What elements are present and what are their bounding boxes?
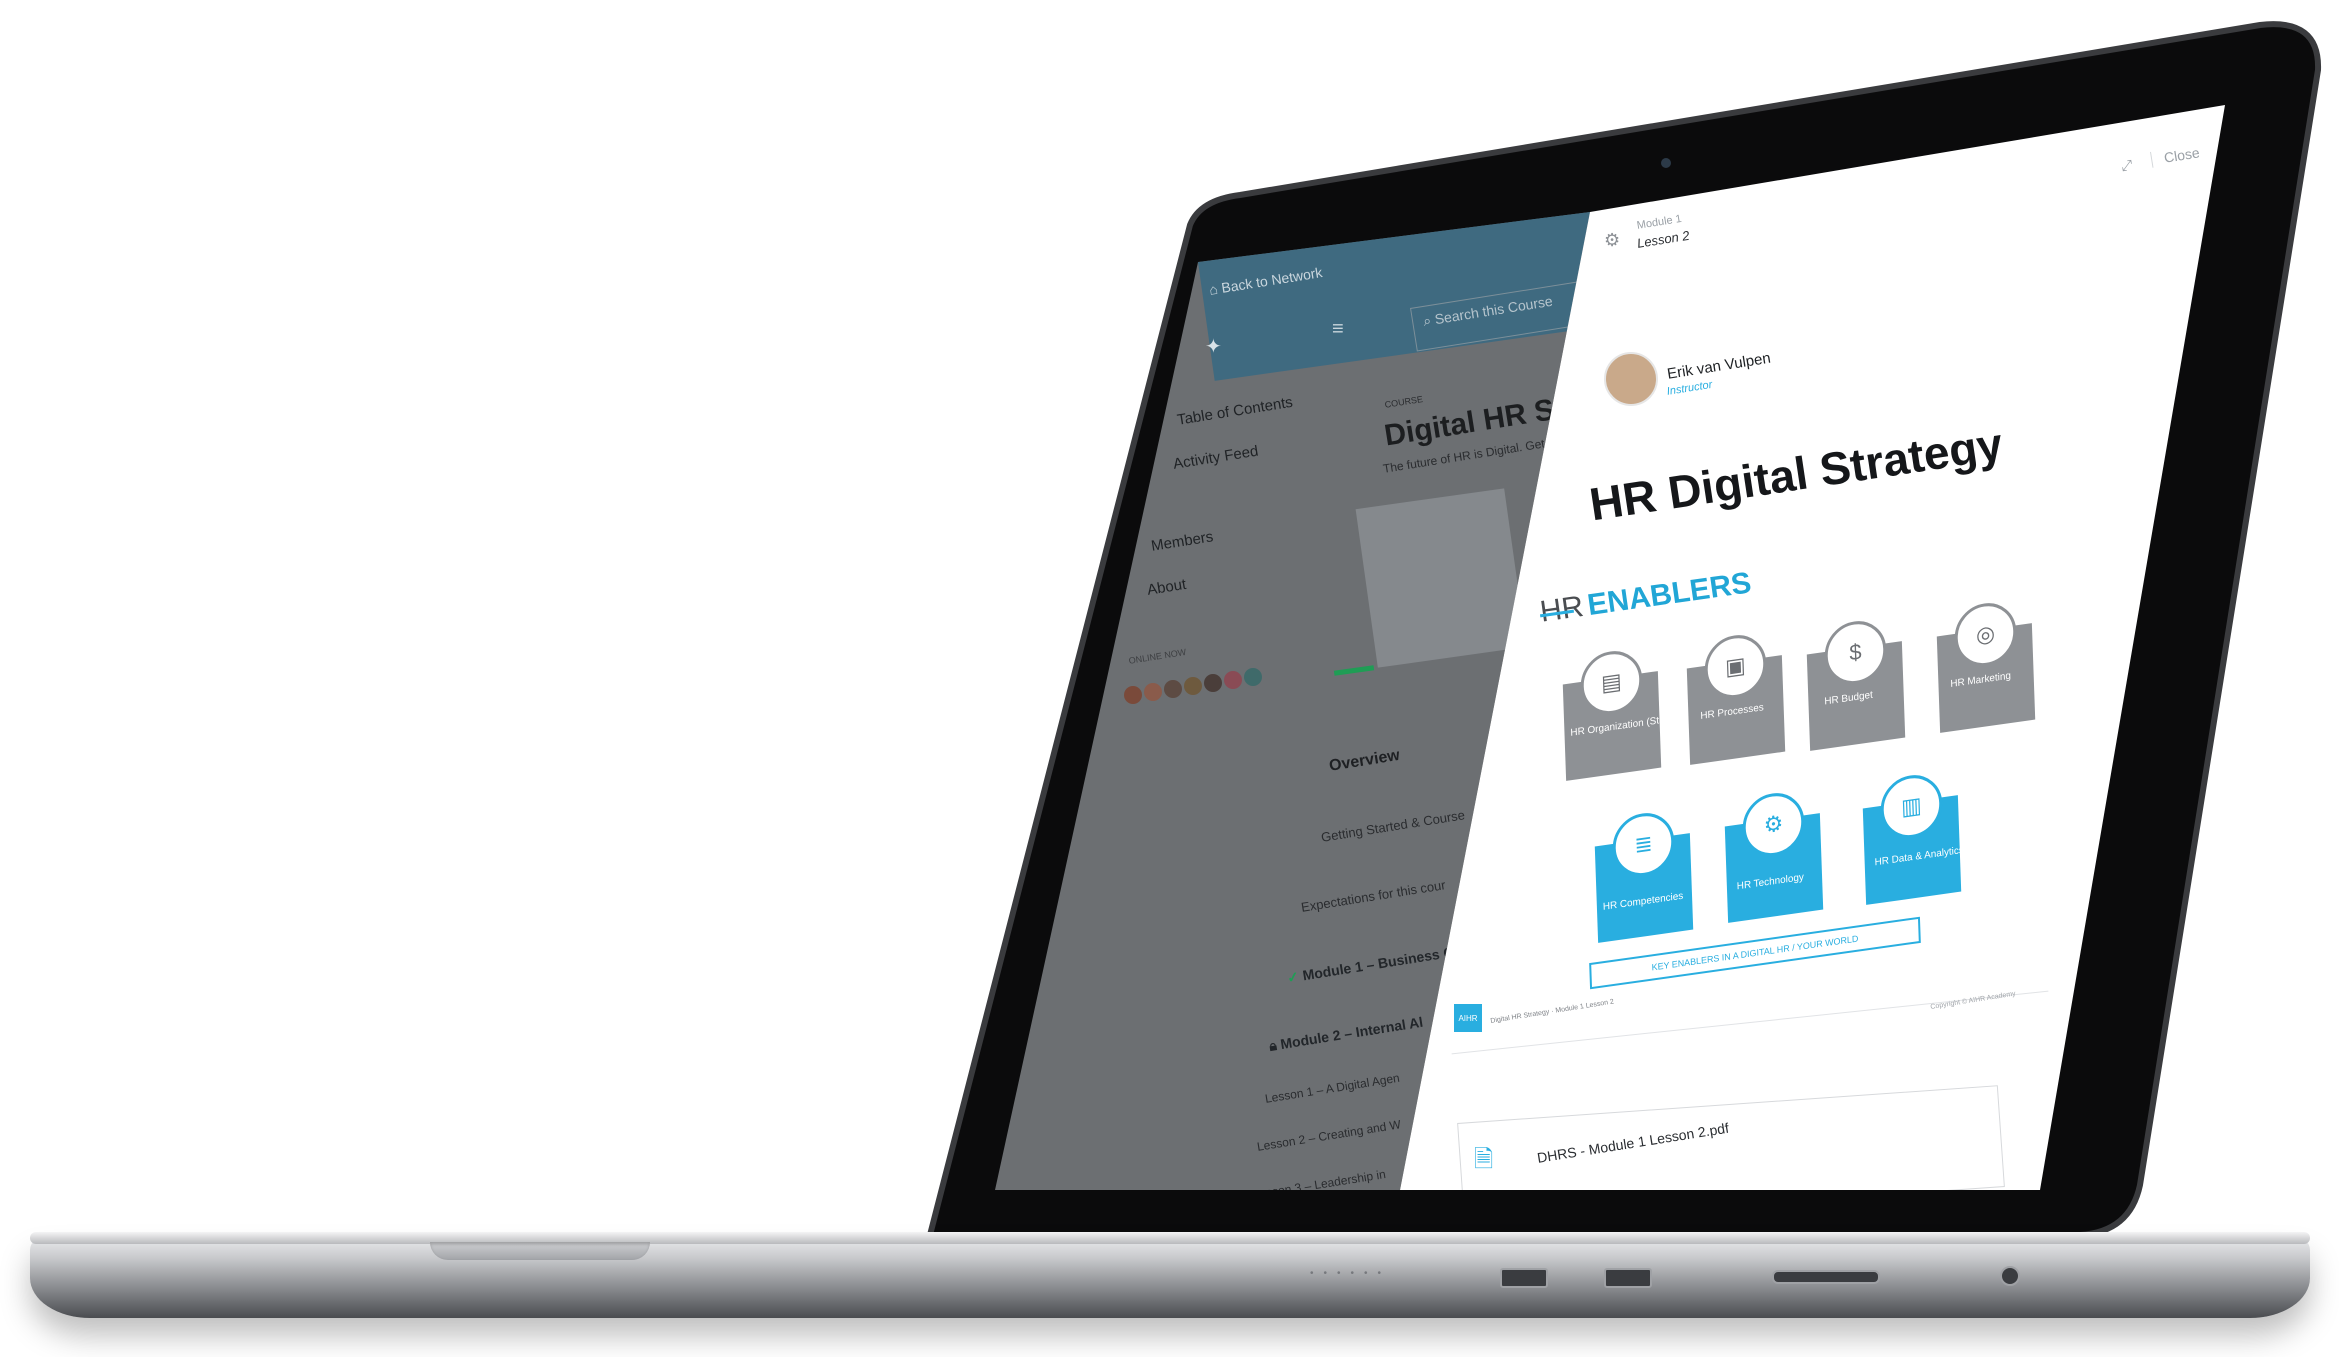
avatar[interactable] [1204,674,1222,692]
file-icon: 🗎︎ [1474,1146,1494,1173]
avatar[interactable] [1144,683,1162,701]
close-button[interactable]: Close [2150,144,2201,168]
avatar[interactable] [1184,677,1202,695]
lesson-item-2[interactable]: Lesson 2 – Creating and W [1256,1117,1402,1154]
sidebar-item-table-of-contents[interactable]: Table of Contents [1176,394,1294,429]
instructor-name: Erik van Vulpen [1666,349,1772,383]
usb-port [1604,1268,1652,1288]
footer-caption: Digital HR Strategy · Module 1 Lesson 2 [1490,998,1615,1025]
analytics-icon: ▥ [1879,771,1944,843]
org-chart-icon: ▤ [1579,647,1644,719]
avatar[interactable] [1244,668,1262,686]
headphone-jack [2000,1266,2020,1286]
sidebar-item-about[interactable]: About [1146,576,1187,599]
indicator-lights: •••••• [1310,1268,1392,1279]
lesson-label: Lesson 2 [1636,227,1691,251]
enabler-box-hr-competencies: ≣ HR Competencies [1594,809,1694,943]
usb-port [1500,1268,1548,1288]
laptop-base [30,1238,2310,1318]
enablers-heading: HR ENABLERS [1538,566,1754,629]
compass-icon: ◎ [1953,599,2018,671]
section-expectations[interactable]: Expectations for this cour [1300,877,1447,915]
expand-icon[interactable]: ⤢ [2120,156,2134,175]
lesson-title: HR Digital Strategy [1586,417,2006,531]
lesson-item-1[interactable]: Lesson 1 – A Digital Agen [1264,1071,1401,1106]
brand-icon: ✦ [1205,336,1222,358]
lesson-icon: ⚙ [1604,230,1621,250]
enabler-box-hr-budget: $ HR Budget [1806,617,1906,751]
avatar[interactable] [1124,686,1142,704]
online-now-label: ONLINE NOW [1128,646,1187,666]
course-kicker: COURSE [1384,393,1424,410]
sidebar-item-members[interactable]: Members [1150,528,1214,555]
section-overview[interactable]: Overview [1328,747,1401,776]
enabler-box-hr-processes: ▣ HR Processes [1686,631,1786,765]
technology-icon: ⚙ [1741,789,1806,861]
dollar-icon: $ [1823,617,1888,689]
course-thumbnail [1355,488,1527,668]
aihr-logo: AIHR [1454,1004,1482,1032]
enabler-box-hr-technology: ⚙ HR Technology [1724,789,1824,923]
progress-bar [1333,665,1375,676]
competency-icon: ≣ [1611,809,1676,881]
avatar[interactable] [1224,671,1242,689]
screen: ⌂ Back to Network ✦ ≡ ⌕ Search this Cour… [0,0,2339,1357]
section-module-2[interactable]: 🔒︎ Module 2 – Internal Al [1268,1014,1424,1055]
enabler-box-hr-marketing: ◎ HR Marketing [1936,599,2036,733]
process-icon: ▣ [1703,631,1768,703]
menu-icon[interactable]: ≡ [1332,318,1344,341]
enabler-box-hr-organization: ▤ HR Organization (Structure) [1562,647,1693,781]
instructor-avatar [1604,352,1658,406]
section-module-1[interactable]: ✓ Module 1 – Business C [1286,944,1455,987]
hdmi-port [1772,1270,1880,1284]
sidebar-item-activity-feed[interactable]: Activity Feed [1172,443,1259,473]
laptop-base-edge [30,1232,2310,1244]
section-getting-started[interactable]: Getting Started & Course [1320,807,1466,845]
avatar[interactable] [1164,680,1182,698]
trackpad-notch [430,1242,650,1260]
lesson-item-3[interactable]: Lesson 3 – Leadership in [1252,1167,1387,1190]
enabler-box-hr-analytics: ▥ HR Data & Analytics [1862,771,1964,905]
